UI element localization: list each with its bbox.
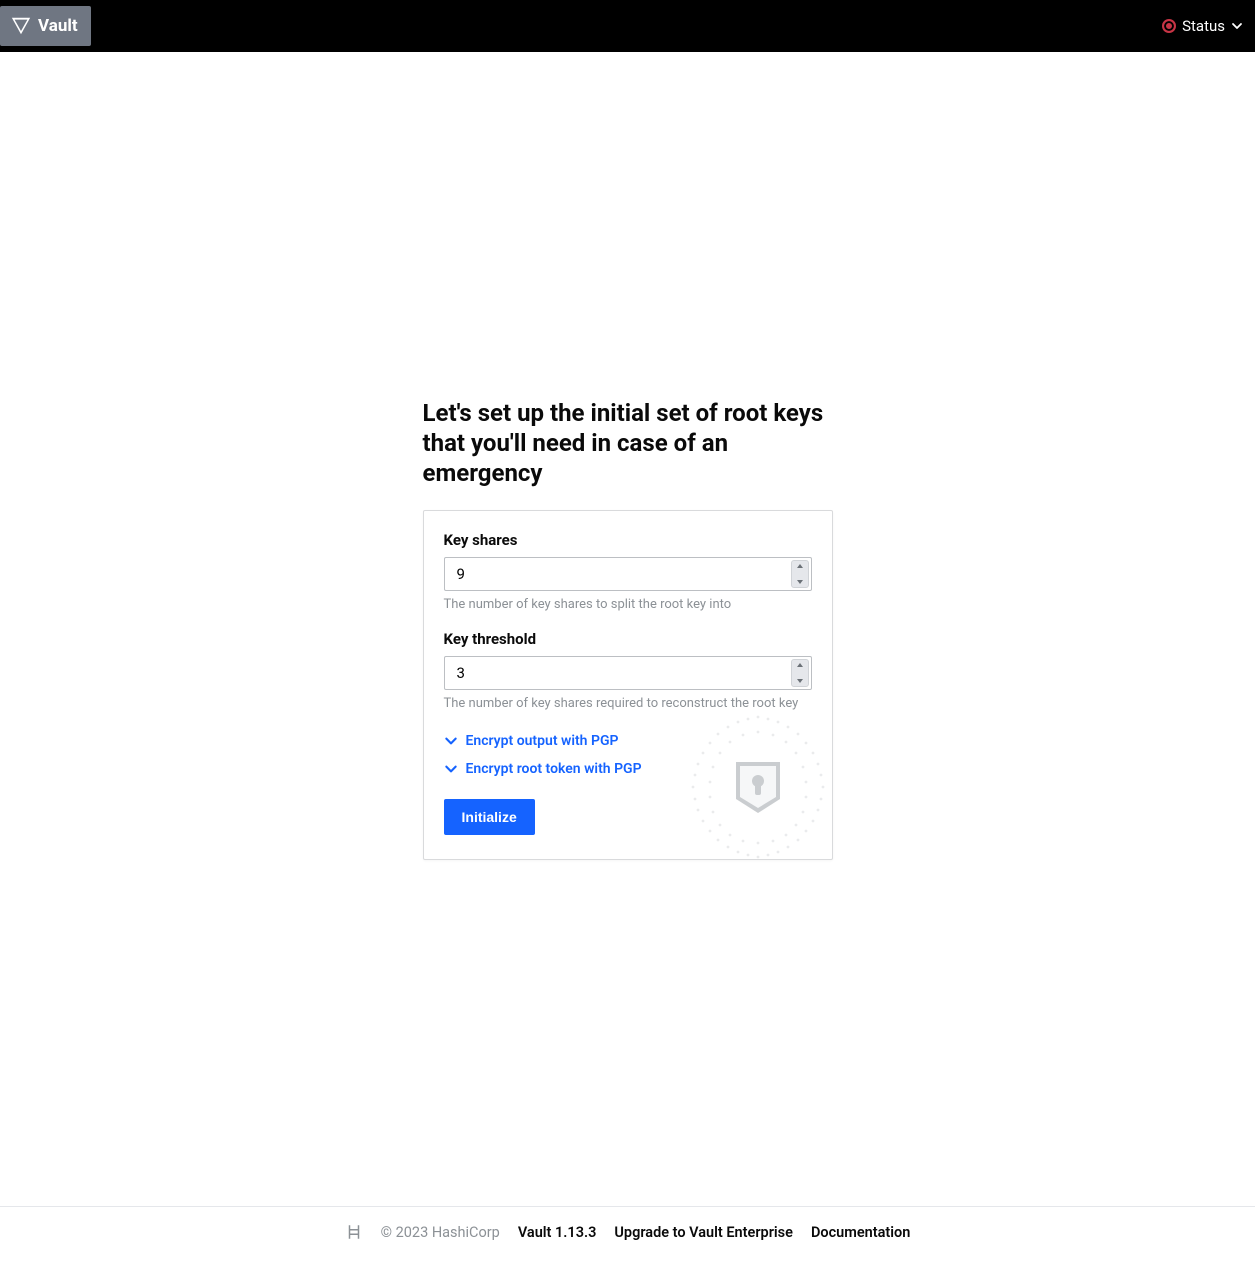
- encrypt-output-toggle[interactable]: Encrypt output with PGP: [444, 729, 812, 753]
- key-shares-help: The number of key shares to split the ro…: [444, 597, 812, 612]
- key-threshold-help: The number of key shares required to rec…: [444, 696, 812, 711]
- key-shares-label: Key shares: [444, 531, 812, 549]
- key-threshold-stepper[interactable]: [791, 659, 809, 687]
- encrypt-root-token-label: Encrypt root token with PGP: [466, 761, 642, 777]
- encrypt-root-token-toggle[interactable]: Encrypt root token with PGP: [444, 757, 812, 781]
- chevron-down-icon: [1231, 20, 1243, 32]
- app-header: Vault Status: [0, 0, 1255, 52]
- init-form-card: Key shares The number of key shares to s…: [423, 510, 833, 860]
- hashicorp-logo-icon: [345, 1223, 363, 1241]
- footer-version-link[interactable]: Vault 1.13.3: [518, 1224, 597, 1241]
- main-content: Let's set up the initial set of root key…: [0, 52, 1255, 1206]
- brand[interactable]: Vault: [0, 6, 91, 46]
- vault-logo-icon: [10, 15, 32, 37]
- app-footer: © 2023 HashiCorp Vault 1.13.3 Upgrade to…: [0, 1206, 1255, 1263]
- status-menu[interactable]: Status: [1156, 13, 1249, 39]
- status-indicator-icon: [1162, 19, 1176, 33]
- key-shares-field: Key shares The number of key shares to s…: [444, 531, 812, 612]
- initialize-button[interactable]: Initialize: [444, 799, 535, 835]
- chevron-down-icon: [444, 734, 458, 748]
- key-shares-stepper[interactable]: [791, 560, 809, 588]
- key-shares-input[interactable]: [444, 557, 812, 591]
- footer-copyright: © 2023 HashiCorp: [381, 1224, 500, 1241]
- status-label: Status: [1182, 17, 1225, 35]
- footer-documentation-link[interactable]: Documentation: [811, 1224, 910, 1241]
- encrypt-output-label: Encrypt output with PGP: [466, 733, 619, 749]
- chevron-down-icon: [444, 762, 458, 776]
- brand-label: Vault: [38, 16, 78, 36]
- footer-upgrade-link[interactable]: Upgrade to Vault Enterprise: [614, 1224, 793, 1241]
- page-title: Let's set up the initial set of root key…: [423, 398, 833, 488]
- key-threshold-label: Key threshold: [444, 630, 812, 648]
- key-threshold-field: Key threshold The number of key shares r…: [444, 630, 812, 711]
- key-threshold-input[interactable]: [444, 656, 812, 690]
